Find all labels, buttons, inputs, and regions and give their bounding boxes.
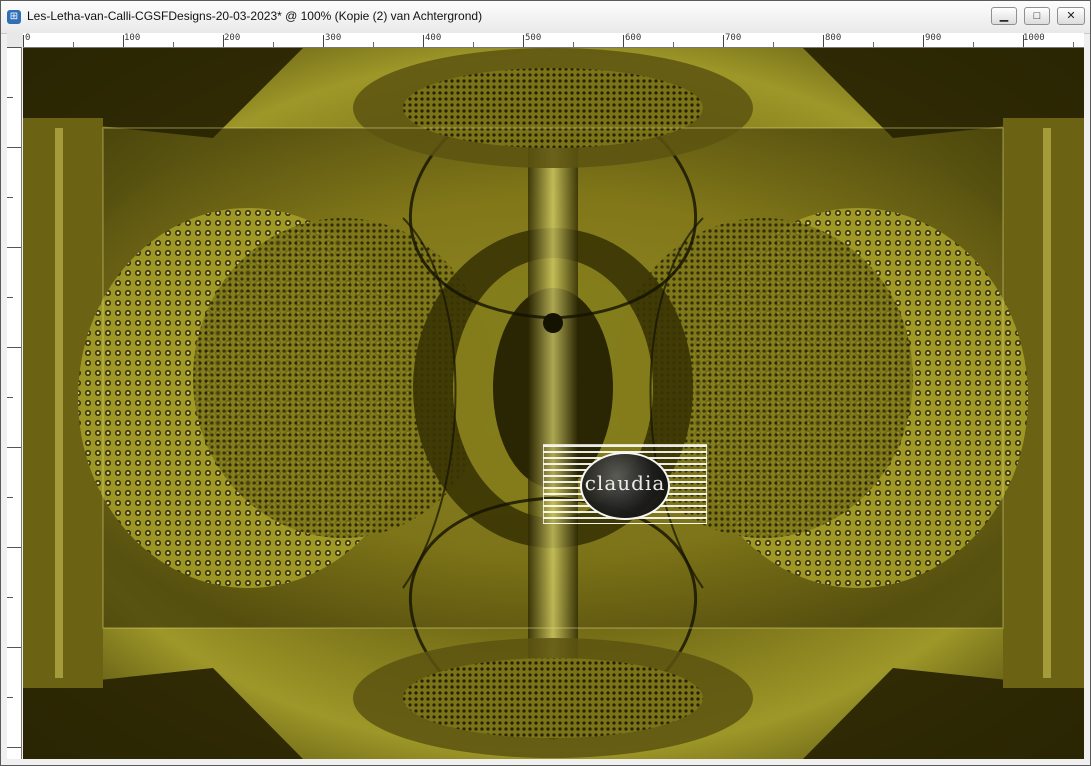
- ruler-label-600: 600: [625, 33, 642, 43]
- ruler-major-tick: [223, 35, 224, 47]
- vruler-minor-tick: [7, 297, 13, 298]
- vruler-major-tick: [7, 547, 21, 548]
- image-canvas[interactable]: claudia: [23, 48, 1084, 759]
- ruler-major-tick: [823, 35, 824, 47]
- vruler-major-tick: [7, 347, 21, 348]
- ruler-major-tick: [123, 35, 124, 47]
- ruler-label-500: 500: [525, 33, 542, 43]
- maximize-icon: □: [1033, 10, 1041, 22]
- ruler-minor-tick: [673, 42, 674, 47]
- ruler-minor-tick: [1073, 42, 1074, 47]
- ruler-label-400: 400: [425, 33, 442, 43]
- window-title: Les-Letha-van-Calli-CGSFDesigns-20-03-20…: [27, 9, 483, 23]
- vruler-minor-tick: [7, 197, 13, 198]
- ruler-label-0: 0: [25, 33, 31, 43]
- vruler-minor-tick: [7, 497, 13, 498]
- vruler-minor-tick: [7, 97, 13, 98]
- ruler-label-800: 800: [825, 33, 842, 43]
- ruler-label-100: 100: [124, 33, 141, 43]
- maximize-button[interactable]: □: [1024, 7, 1050, 25]
- ruler-major-tick: [923, 35, 924, 47]
- horizontal-ruler: 0 100 200 300 400 500 600 700 800 900 10…: [23, 33, 1084, 48]
- ruler-corner: [7, 33, 23, 47]
- ruler-minor-tick: [973, 42, 974, 47]
- vruler-major-tick: [7, 747, 21, 748]
- image-window: ⊞ Les-Letha-van-Calli-CGSFDesigns-20-03-…: [0, 0, 1091, 766]
- ruler-major-tick: [323, 35, 324, 47]
- ruler-label-700: 700: [725, 33, 742, 43]
- ruler-major-tick: [523, 35, 524, 47]
- ruler-major-tick: [723, 35, 724, 47]
- vruler-minor-tick: [7, 597, 13, 598]
- ruler-minor-tick: [873, 42, 874, 47]
- ruler-major-tick: [623, 35, 624, 47]
- ruler-minor-tick: [373, 42, 374, 47]
- ruler-minor-tick: [73, 42, 74, 47]
- minimize-icon: ▁: [999, 10, 1009, 22]
- ruler-major-tick: [1023, 35, 1024, 47]
- ruler-label-1000: 1000: [1023, 33, 1045, 43]
- vertical-ruler: [7, 47, 22, 759]
- ruler-minor-tick: [273, 42, 274, 47]
- vruler-major-tick: [7, 447, 21, 448]
- ruler-minor-tick: [173, 42, 174, 47]
- ruler-label-900: 900: [925, 33, 942, 43]
- ruler-label-200: 200: [224, 33, 241, 43]
- ruler-minor-tick: [573, 42, 574, 47]
- watermark-badge: claudia: [543, 444, 707, 524]
- watermark-text: claudia: [584, 471, 666, 495]
- vruler-minor-tick: [7, 397, 13, 398]
- ruler-label-300: 300: [325, 33, 342, 43]
- vruler-major-tick: [7, 147, 21, 148]
- close-button[interactable]: ✕: [1057, 7, 1085, 25]
- abstract-artwork: [23, 48, 1084, 759]
- vruler-major-tick: [7, 47, 21, 48]
- watermark-disc: claudia: [580, 452, 670, 520]
- minimize-button[interactable]: ▁: [991, 7, 1017, 25]
- title-bar[interactable]: ⊞ Les-Letha-van-Calli-CGSFDesigns-20-03-…: [1, 1, 1090, 34]
- vruler-minor-tick: [7, 697, 13, 698]
- app-icon: ⊞: [7, 10, 21, 24]
- vruler-major-tick: [7, 247, 21, 248]
- vruler-major-tick: [7, 647, 21, 648]
- ruler-minor-tick: [773, 42, 774, 47]
- close-icon: ✕: [1066, 10, 1076, 22]
- ruler-major-tick: [423, 35, 424, 47]
- ruler-major-tick: [23, 35, 24, 47]
- ruler-minor-tick: [473, 42, 474, 47]
